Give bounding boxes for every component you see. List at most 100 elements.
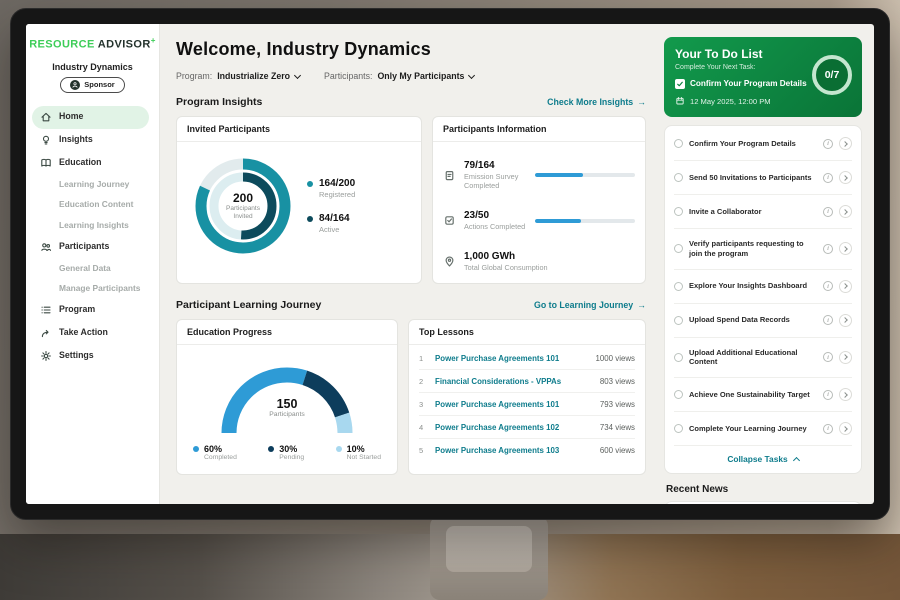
task-checkbox[interactable] [674, 282, 683, 291]
task-checkbox[interactable] [674, 353, 683, 362]
lesson-views: 1000 views [596, 354, 635, 363]
todo-due-date: 12 May 2025, 12:00 PM [675, 96, 851, 106]
go-to-learning-journey-link[interactable]: Go to Learning Journey → [534, 300, 646, 310]
task-label: Invite a Collaborator [689, 207, 817, 217]
filter-dropdown-participants[interactable]: Only My Participants [377, 71, 474, 81]
task-row-invite-a-collaborator[interactable]: Invite a Collaborator i [674, 195, 852, 229]
chevron-right-icon[interactable] [839, 137, 852, 150]
lesson-link[interactable]: Power Purchase Agreements 101 [435, 400, 593, 409]
sponsor-badge[interactable]: Sponsor [60, 77, 124, 93]
chevron-right-icon[interactable] [839, 351, 852, 364]
task-row-verify-participants-requesting-to-join-the-program[interactable]: Verify participants requesting to join t… [674, 229, 852, 270]
gauge-center-label: Participants [202, 411, 372, 418]
home-icon [40, 111, 52, 123]
sidebar-item-take-action[interactable]: Take Action [26, 322, 159, 345]
lesson-link[interactable]: Financial Considerations - VPPAs [435, 377, 593, 386]
arrow-right-icon: → [637, 300, 646, 310]
sidebar-item-insights[interactable]: Insights [26, 129, 159, 152]
sidebar-item-label: General Data [59, 264, 111, 273]
sidebar-item-general-data[interactable]: General Data [26, 258, 159, 278]
filter-dropdown-program[interactable]: Industrialize Zero [217, 71, 300, 81]
info-icon[interactable]: i [823, 207, 833, 217]
info-icon[interactable]: i [823, 244, 833, 254]
lessons-list: 1Power Purchase Agreements 1011000 views… [409, 345, 645, 463]
info-icon[interactable]: i [823, 352, 833, 362]
sidebar-item-education-content[interactable]: Education Content [26, 195, 159, 215]
legend-dot [307, 181, 313, 187]
metrics-list: 79/164Emission Survey Completed23/50Acti… [433, 142, 645, 284]
sidebar-item-label: Manage Participants [59, 284, 140, 293]
participants-icon [40, 241, 52, 253]
sidebar-item-settings[interactable]: Settings [26, 345, 159, 368]
task-checkbox[interactable] [674, 316, 683, 325]
chevron-right-icon[interactable] [839, 171, 852, 184]
lesson-row: 2Financial Considerations - VPPAs803 vie… [419, 370, 635, 393]
lesson-link[interactable]: Power Purchase Agreements 101 [435, 354, 589, 363]
brand-primary: RESOURCE [29, 39, 95, 51]
info-icon[interactable]: i [823, 390, 833, 400]
sidebar-item-label: Learning Insights [59, 221, 129, 230]
brand-secondary: ADVISOR [98, 39, 151, 51]
sidebar-item-label: Education Content [59, 200, 133, 209]
info-icon[interactable]: i [823, 281, 833, 291]
chevron-right-icon[interactable] [839, 388, 852, 401]
task-row-upload-spend-data-records[interactable]: Upload Spend Data Recordsi [674, 304, 852, 338]
task-row-achieve-one-sustainability-target[interactable]: Achieve One Sustainability Target i [674, 378, 852, 412]
sidebar-item-home[interactable]: Home [32, 106, 149, 129]
chevron-right-icon[interactable] [839, 280, 852, 293]
lesson-row: 5Power Purchase Agreements 103600 views [419, 439, 635, 461]
task-checkbox[interactable] [674, 424, 683, 433]
task-checkbox[interactable] [674, 139, 683, 148]
task-row-send-50-invitations-to-participants[interactable]: Send 50 Invitations to Participantsi [674, 161, 852, 195]
info-icon[interactable]: i [823, 424, 833, 434]
invited-participants-card: Invited Participants 200 Participants In… [176, 116, 422, 284]
chevron-right-icon[interactable] [839, 422, 852, 435]
sidebar-item-education[interactable]: Education [26, 152, 159, 175]
task-label: Explore Your Insights Dashboard [689, 281, 817, 291]
task-label: Complete Your Learning Journey [689, 424, 817, 434]
arrow-right-icon: → [637, 97, 646, 107]
filter-bar: Program:Industrialize ZeroParticipants:O… [176, 71, 646, 81]
info-icon[interactable]: i [823, 139, 833, 149]
checkbox-icon[interactable] [675, 79, 685, 89]
lesson-link[interactable]: Power Purchase Agreements 103 [435, 446, 593, 455]
chevron-right-icon[interactable] [839, 205, 852, 218]
invited-legend: 164/200Registered84/164Active [307, 178, 355, 234]
sidebar-item-learning-journey[interactable]: Learning Journey [26, 175, 159, 195]
sidebar-item-participants[interactable]: Participants [26, 235, 159, 258]
task-checkbox[interactable] [674, 390, 683, 399]
collapse-tasks-button[interactable]: Collapse Tasks [674, 446, 852, 472]
section-title-learning-journey: Participant Learning Journey [176, 299, 321, 311]
todo-next-task[interactable]: Confirm Your Program Details [675, 79, 811, 89]
task-checkbox[interactable] [674, 244, 683, 253]
task-row-upload-additional-educational-content[interactable]: Upload Additional Educational Contenti [674, 338, 852, 379]
main-content: Welcome, Industry Dynamics Program:Indus… [160, 24, 658, 504]
chevron-right-icon[interactable] [839, 242, 852, 255]
education-icon [40, 157, 52, 169]
education-progress-card: Education Progress 150 Participants 60%C… [176, 319, 398, 475]
task-row-complete-your-learning-journey[interactable]: Complete Your Learning Journey i [674, 412, 852, 446]
sidebar-item-manage-participants[interactable]: Manage Participants [26, 279, 159, 299]
chevron-down-icon [294, 71, 301, 78]
info-icon[interactable]: i [823, 315, 833, 325]
sidebar-nav: HomeInsights Education Learning Journey Edu… [26, 106, 159, 368]
task-checkbox[interactable] [674, 207, 683, 216]
lesson-link[interactable]: Power Purchase Agreements 102 [435, 423, 593, 432]
sidebar-item-program[interactable]: Program [26, 299, 159, 322]
task-row-explore-your-insights-dashboard[interactable]: Explore Your Insights Dashboard i [674, 270, 852, 304]
info-icon[interactable]: i [823, 173, 833, 183]
sidebar-item-learning-insights[interactable]: Learning Insights [26, 215, 159, 235]
donut-center-label: Participants Invited [217, 205, 269, 222]
lesson-views: 793 views [600, 400, 635, 409]
task-checkbox[interactable] [674, 173, 683, 182]
check-more-insights-link[interactable]: Check More Insights → [547, 97, 646, 107]
journey-cards-row: Education Progress 150 Participants 60%C… [176, 319, 646, 475]
task-row-confirm-your-program-details[interactable]: Confirm Your Program Detailsi [674, 127, 852, 161]
filter-label: Participants: [324, 71, 372, 81]
sidebar-item-label: Education [59, 158, 102, 168]
chevron-right-icon[interactable] [839, 314, 852, 327]
legend-item-registered: 164/200Registered [307, 178, 355, 199]
task-label: Achieve One Sustainability Target [689, 390, 817, 400]
brand-logo: RESOURCE ADVISOR+ [29, 36, 156, 51]
invited-donut-chart: 200 Participants Invited [187, 150, 299, 262]
